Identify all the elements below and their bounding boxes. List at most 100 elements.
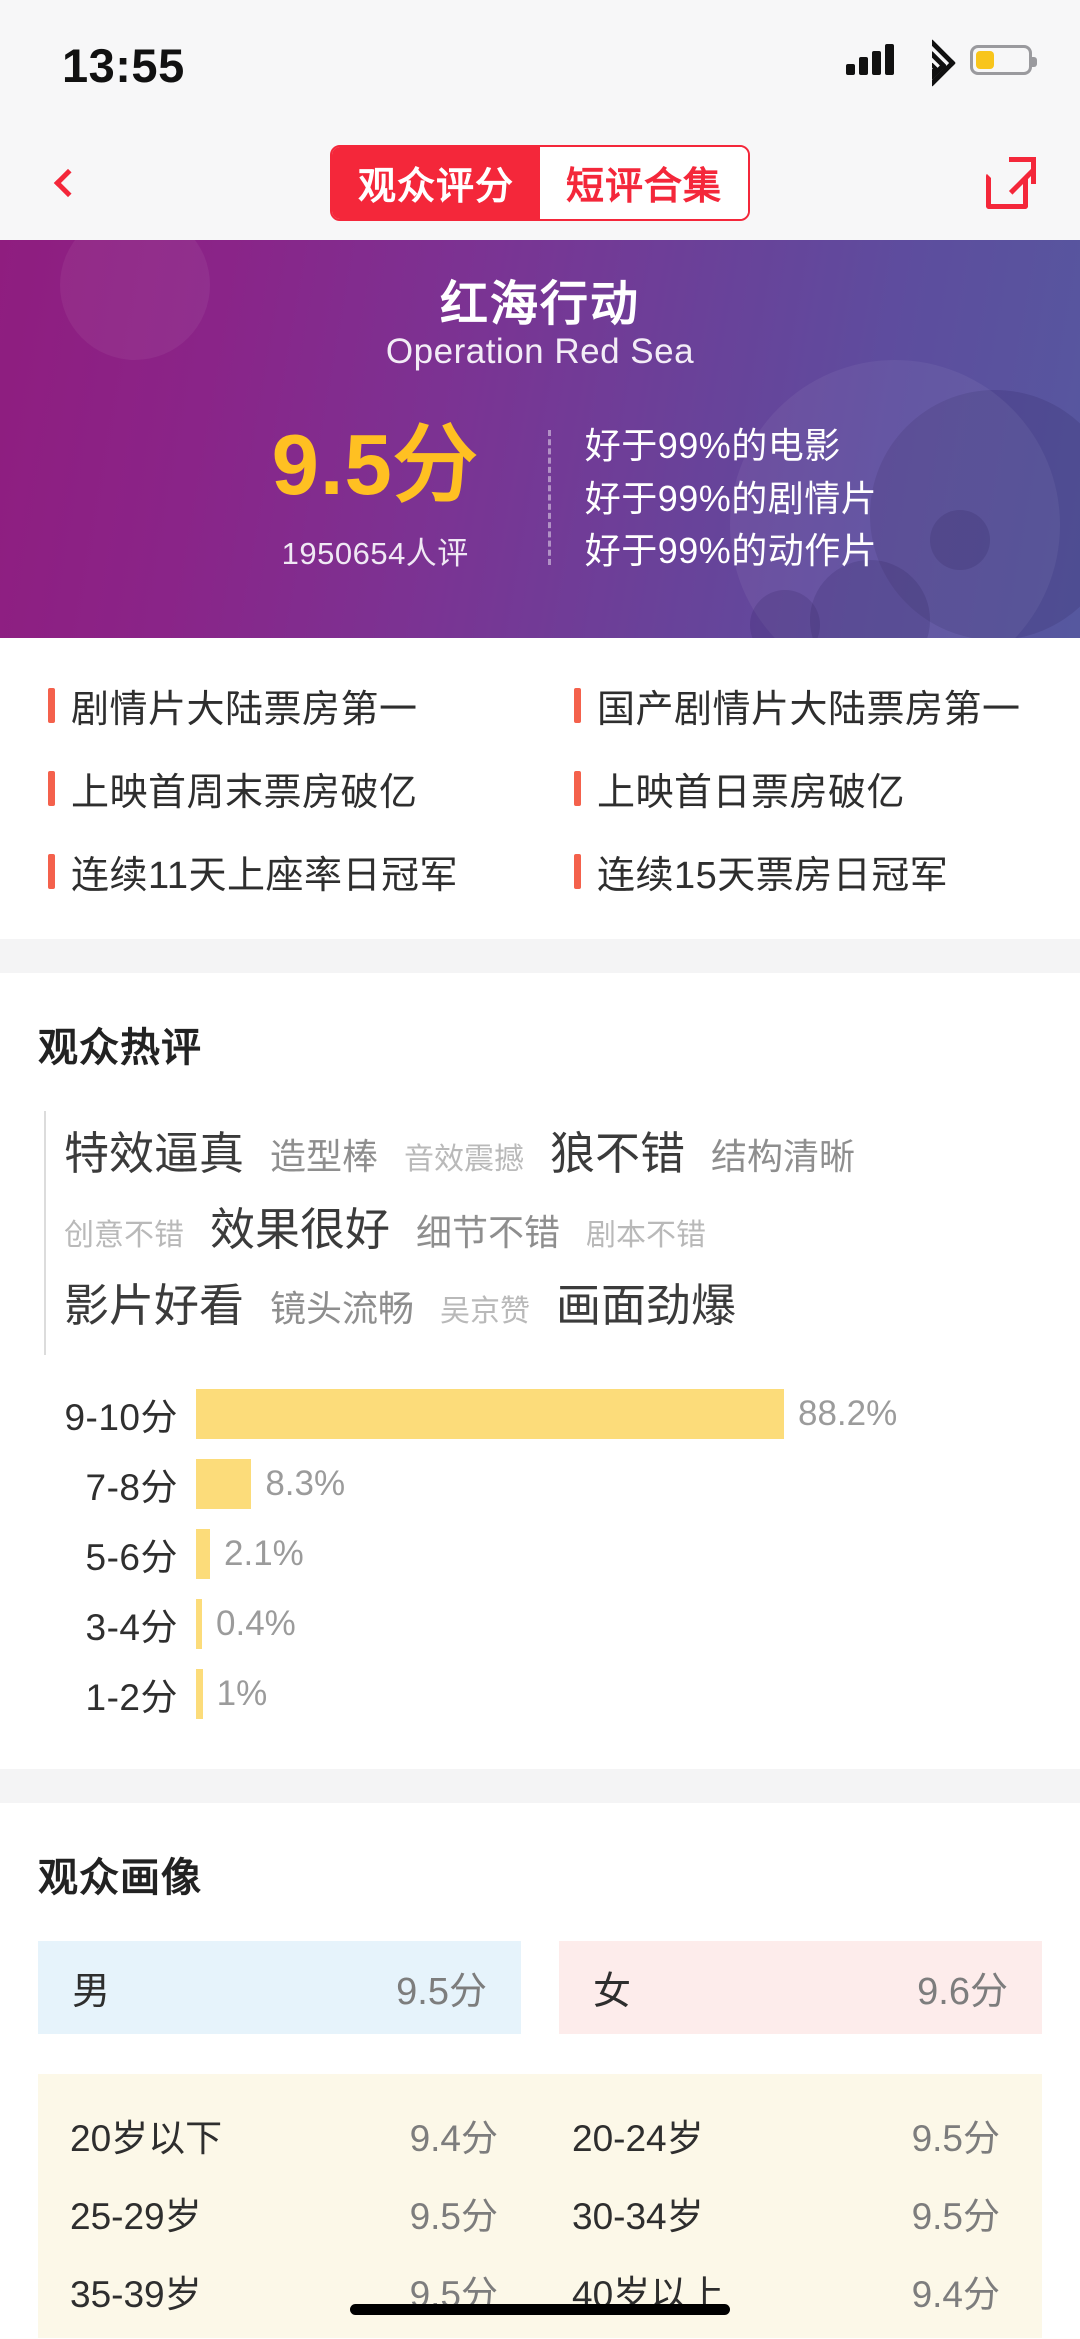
achievement-marker-icon — [48, 854, 55, 889]
share-arrow-icon — [1009, 156, 1036, 184]
achievement-marker-icon — [574, 854, 581, 889]
gender-score: 9.6分 — [917, 1971, 1008, 2013]
audience-profile-title: 观众画像 — [38, 1856, 202, 1900]
achievement-marker-icon — [574, 688, 581, 723]
age-group-score: 9.5分 — [911, 2196, 1000, 2237]
tag-row: 创意不错 效果很好 细节不错 剧本不错 — [64, 1193, 1080, 1269]
age-group-score: 9.5分 — [409, 2196, 498, 2237]
age-group-cell: 25-29岁 9.5分 — [38, 2174, 540, 2252]
app-screen: 13:55 观众评分 短评合集 红海行动 Operation Red Sea 9… — [0, 0, 1080, 2339]
age-group-label: 20岁以下 — [70, 2118, 223, 2159]
age-group-cell: 35-39岁 9.5分 — [38, 2252, 540, 2330]
achievement-marker-icon — [48, 771, 55, 806]
achievement-marker-icon — [48, 688, 55, 723]
battery-fill — [976, 51, 994, 69]
comment-tag[interactable]: 创意不错 — [64, 1210, 184, 1254]
comment-tag[interactable]: 造型棒 — [270, 1128, 378, 1180]
signal-bars-icon — [846, 44, 894, 75]
achievement-label: 剧情片大陆票房第一 — [71, 689, 418, 731]
rating-bucket-label: 7-8分 — [85, 1467, 178, 1508]
hot-comments-title: 观众热评 — [38, 1026, 202, 1070]
comment-tag[interactable]: 音效震撼 — [404, 1134, 524, 1178]
hot-comments-section: 观众热评 特效逼真 造型棒 音效震撼 狼不错 结构清晰 创意不错 效果很好 细节… — [0, 973, 1080, 1769]
comment-tag[interactable]: 特效逼真 — [64, 1117, 244, 1182]
comparison-item: 好于99%的剧情片 — [584, 477, 878, 519]
achievement-item: 上映首日票房破亿 — [540, 761, 1080, 816]
status-bar: 13:55 — [0, 0, 1080, 125]
overall-score: 9.5分 — [271, 417, 479, 513]
age-group-cell: 20-24岁 9.5分 — [540, 2096, 1042, 2174]
section-separator — [0, 939, 1080, 973]
gender-label: 男 — [72, 1971, 111, 2013]
tag-cloud: 特效逼真 造型棒 音效震撼 狼不错 结构清晰 创意不错 效果很好 细节不错 剧本… — [44, 1111, 1080, 1355]
comment-tag[interactable]: 结构清晰 — [711, 1128, 855, 1180]
tag-row: 影片好看 镜头流畅 吴京赞 画面劲爆 — [64, 1269, 1080, 1345]
age-group-score: 9.4分 — [409, 2118, 498, 2159]
rating-distribution-chart: 9-10分 88.2% 7-8分 8.3% 5-6分 2.1% 3-4分 0.4… — [0, 1355, 1080, 1769]
rating-bar-value: 2.1% — [224, 1534, 304, 1573]
tab-audience-rating[interactable]: 观众评分 — [331, 146, 540, 219]
rating-bar-fill — [196, 1599, 202, 1649]
chevron-left-icon — [53, 168, 83, 197]
gender-label: 女 — [593, 1971, 632, 2013]
rating-bar-row: 5-6分 2.1% — [0, 1519, 1080, 1589]
score-block: 9.5分 1950654人评 — [203, 423, 548, 573]
rating-bar-track — [196, 1459, 252, 1509]
comparison-list: 好于99%的电影 好于99%的剧情片 好于99%的动作片 — [585, 418, 878, 578]
achievement-label: 国产剧情片大陆票房第一 — [597, 689, 1021, 731]
tag-row: 特效逼真 造型棒 音效震撼 狼不错 结构清晰 — [64, 1117, 1080, 1193]
share-button[interactable] — [986, 156, 1038, 209]
status-time: 13:55 — [62, 39, 185, 92]
rating-bar-value: 88.2% — [798, 1394, 898, 1433]
achievement-marker-icon — [574, 771, 581, 806]
achievement-item: 连续11天上座率日冠军 — [0, 844, 540, 899]
rating-count: 1950654人评 — [281, 535, 469, 571]
rating-bar-fill — [196, 1529, 210, 1579]
age-group-label: 20-24岁 — [572, 2118, 704, 2159]
achievement-label: 连续15天票房日冠军 — [597, 855, 949, 897]
comment-tag[interactable]: 画面劲爆 — [556, 1269, 736, 1334]
achievement-item: 连续15天票房日冠军 — [540, 844, 1080, 899]
gender-card-male: 男 9.5分 — [38, 1941, 521, 2034]
rating-bar-row: 1-2分 1% — [0, 1659, 1080, 1729]
age-group-score: 9.4分 — [911, 2274, 1000, 2315]
rating-bar-track — [196, 1599, 202, 1649]
movie-title: 红海行动 — [439, 278, 640, 331]
comment-tag[interactable]: 狼不错 — [550, 1117, 685, 1182]
achievement-label: 上映首周末票房破亿 — [71, 772, 418, 814]
gender-score: 9.5分 — [396, 1971, 487, 2013]
tab-short-reviews[interactable]: 短评合集 — [540, 146, 749, 219]
movie-title-en: Operation Red Sea — [385, 332, 695, 371]
home-indicator[interactable] — [350, 2304, 730, 2315]
comment-tag[interactable]: 影片好看 — [64, 1269, 244, 1334]
achievement-item: 剧情片大陆票房第一 — [0, 678, 540, 733]
rating-bar-fill — [196, 1459, 252, 1509]
achievement-item: 国产剧情片大陆票房第一 — [540, 678, 1080, 733]
vertical-divider — [547, 430, 551, 566]
hero-stats: 9.5分 1950654人评 好于99%的电影 好于99%的剧情片 好于99%的… — [0, 418, 1080, 578]
rating-bar-value: 0.4% — [216, 1604, 296, 1643]
rating-bar-value: 1% — [216, 1674, 268, 1713]
segmented-control[interactable]: 观众评分 短评合集 — [329, 144, 751, 221]
rating-bar-track — [196, 1389, 784, 1439]
hero-banner: 红海行动 Operation Red Sea 9.5分 1950654人评 好于… — [0, 240, 1080, 638]
comment-tag[interactable]: 镜头流畅 — [270, 1280, 414, 1332]
comment-tag[interactable]: 细节不错 — [416, 1204, 560, 1256]
rating-bar-value: 8.3% — [265, 1464, 346, 1503]
rating-bar-track — [196, 1529, 210, 1579]
rating-bar-fill — [196, 1389, 784, 1439]
rating-bar-row: 3-4分 0.4% — [0, 1589, 1080, 1659]
back-button[interactable] — [38, 153, 98, 213]
comparison-item: 好于99%的电影 — [584, 425, 841, 466]
gender-row: 男 9.5分 女 9.6分 — [0, 1903, 1080, 2034]
comment-tag[interactable]: 吴京赞 — [440, 1286, 530, 1330]
achievements-grid: 剧情片大陆票房第一 国产剧情片大陆票房第一 上映首周末票房破亿 上映首日票房破亿… — [0, 638, 1080, 939]
achievement-label: 上映首日票房破亿 — [597, 772, 906, 814]
comment-tag[interactable]: 效果很好 — [210, 1193, 390, 1258]
age-group-score: 9.5分 — [911, 2118, 1000, 2159]
rating-bar-row: 9-10分 88.2% — [0, 1379, 1080, 1449]
rating-bucket-label: 9-10分 — [64, 1397, 178, 1438]
age-group-label: 30-34岁 — [572, 2196, 704, 2237]
achievement-label: 连续11天上座率日冠军 — [71, 855, 458, 897]
comment-tag[interactable]: 剧本不错 — [586, 1210, 706, 1254]
